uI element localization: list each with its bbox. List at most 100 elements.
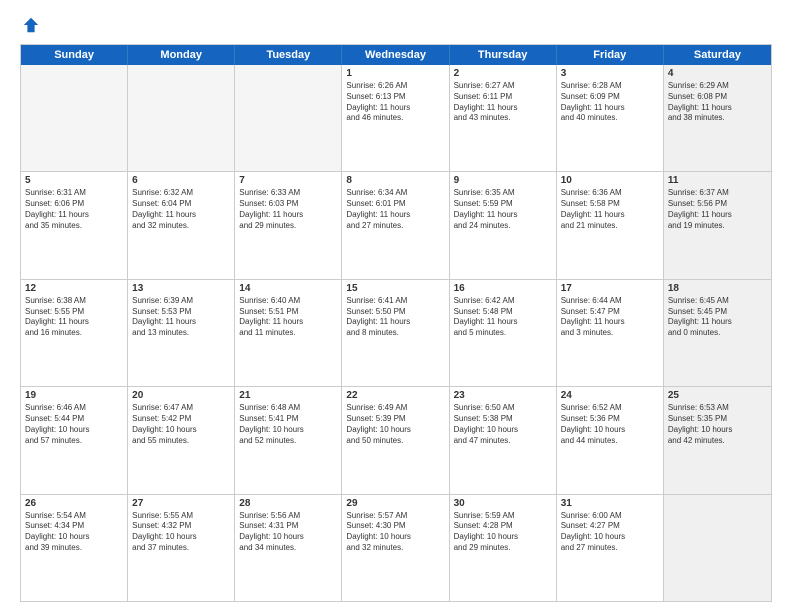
calendar-cell: 13Sunrise: 6:39 AM Sunset: 5:53 PM Dayli…: [128, 280, 235, 386]
cell-content: Sunrise: 5:56 AM Sunset: 4:31 PM Dayligh…: [239, 511, 337, 554]
header-day-thursday: Thursday: [450, 45, 557, 65]
cell-content: Sunrise: 6:50 AM Sunset: 5:38 PM Dayligh…: [454, 403, 552, 446]
day-number: 23: [454, 390, 552, 401]
cell-content: Sunrise: 6:35 AM Sunset: 5:59 PM Dayligh…: [454, 188, 552, 231]
day-number: 25: [668, 390, 767, 401]
calendar-cell: 4 Sunrise: 6:29 AM Sunset: 6:08 PM Daylig…: [664, 65, 771, 171]
cell-content: Sunrise: 6:36 AM Sunset: 5:58 PM Dayligh…: [561, 188, 659, 231]
calendar-cell: 25 Sunrise: 6:53 AM Sunset: 5:35 PM Dayli…: [664, 387, 771, 493]
cell-content: Sunrise: 6:32 AM Sunset: 6:04 PM Dayligh…: [132, 188, 230, 231]
cell-content: Sunrise: 5:59 AM Sunset: 4:28 PM Dayligh…: [454, 511, 552, 554]
cell-content: Sunrise: 6:00 AM Sunset: 4:27 PM Dayligh…: [561, 511, 659, 554]
day-number: 24: [561, 390, 659, 401]
cell-content: Sunrise: 6:46 AM Sunset: 5:44 PM Dayligh…: [25, 403, 123, 446]
day-number: 9: [454, 175, 552, 186]
day-number: 14: [239, 283, 337, 294]
cell-content: Sunrise: 6:41 AM Sunset: 5:50 PM Dayligh…: [346, 296, 444, 339]
day-number: 8: [346, 175, 444, 186]
calendar-cell: 31 Sunrise: 6:00 AM Sunset: 4:27 PM Dayli…: [557, 495, 664, 601]
day-number: 31: [561, 498, 659, 509]
day-number: 28: [239, 498, 337, 509]
calendar-cell: [128, 65, 235, 171]
cell-content: Sunrise: 6:29 AM Sunset: 6:08 PM Dayligh…: [668, 81, 767, 124]
calendar-cell: 26 Sunrise: 5:54 AM Sunset: 4:34 PM Dayli…: [21, 495, 128, 601]
calendar-cell: 3 Sunrise: 6:28 AM Sunset: 6:09 PM Daylig…: [557, 65, 664, 171]
day-number: 15: [346, 283, 444, 294]
calendar-row-3: 19 Sunrise: 6:46 AM Sunset: 5:44 PM Dayli…: [21, 386, 771, 493]
day-number: 21: [239, 390, 337, 401]
calendar-cell: 16Sunrise: 6:42 AM Sunset: 5:48 PM Dayli…: [450, 280, 557, 386]
calendar-cell: 5 Sunrise: 6:31 AM Sunset: 6:06 PM Daylig…: [21, 172, 128, 278]
cell-content: Sunrise: 6:31 AM Sunset: 6:06 PM Dayligh…: [25, 188, 123, 231]
cell-content: Sunrise: 6:53 AM Sunset: 5:35 PM Dayligh…: [668, 403, 767, 446]
calendar-cell: 30 Sunrise: 5:59 AM Sunset: 4:28 PM Dayli…: [450, 495, 557, 601]
calendar-cell: 22Sunrise: 6:49 AM Sunset: 5:39 PM Dayli…: [342, 387, 449, 493]
calendar-cell: [21, 65, 128, 171]
cell-content: Sunrise: 5:57 AM Sunset: 4:30 PM Dayligh…: [346, 511, 444, 554]
day-number: 1: [346, 68, 444, 79]
cell-content: Sunrise: 6:49 AM Sunset: 5:39 PM Dayligh…: [346, 403, 444, 446]
calendar-cell: [235, 65, 342, 171]
calendar-row-4: 26 Sunrise: 5:54 AM Sunset: 4:34 PM Dayli…: [21, 494, 771, 601]
cell-content: Sunrise: 6:26 AM Sunset: 6:13 PM Dayligh…: [346, 81, 444, 124]
header-day-sunday: Sunday: [21, 45, 128, 65]
day-number: 16: [454, 283, 552, 294]
day-number: 19: [25, 390, 123, 401]
cell-content: Sunrise: 6:37 AM Sunset: 5:56 PM Dayligh…: [668, 188, 767, 231]
day-number: 20: [132, 390, 230, 401]
calendar-cell: 11 Sunrise: 6:37 AM Sunset: 5:56 PM Dayli…: [664, 172, 771, 278]
cell-content: Sunrise: 6:47 AM Sunset: 5:42 PM Dayligh…: [132, 403, 230, 446]
cell-content: Sunrise: 6:45 AM Sunset: 5:45 PM Dayligh…: [668, 296, 767, 339]
header: [20, 16, 772, 34]
day-number: 29: [346, 498, 444, 509]
calendar-cell: 23 Sunrise: 6:50 AM Sunset: 5:38 PM Dayli…: [450, 387, 557, 493]
day-number: 18: [668, 283, 767, 294]
calendar-cell: 2 Sunrise: 6:27 AM Sunset: 6:11 PM Daylig…: [450, 65, 557, 171]
cell-content: Sunrise: 6:27 AM Sunset: 6:11 PM Dayligh…: [454, 81, 552, 124]
day-number: 30: [454, 498, 552, 509]
cell-content: Sunrise: 5:54 AM Sunset: 4:34 PM Dayligh…: [25, 511, 123, 554]
cell-content: Sunrise: 6:40 AM Sunset: 5:51 PM Dayligh…: [239, 296, 337, 339]
day-number: 17: [561, 283, 659, 294]
header-day-wednesday: Wednesday: [342, 45, 449, 65]
day-number: 5: [25, 175, 123, 186]
page: SundayMondayTuesdayWednesdayThursdayFrid…: [0, 0, 792, 612]
calendar-cell: 21Sunrise: 6:48 AM Sunset: 5:41 PM Dayli…: [235, 387, 342, 493]
day-number: 27: [132, 498, 230, 509]
day-number: 10: [561, 175, 659, 186]
cell-content: Sunrise: 6:33 AM Sunset: 6:03 PM Dayligh…: [239, 188, 337, 231]
day-number: 6: [132, 175, 230, 186]
calendar-cell: 24 Sunrise: 6:52 AM Sunset: 5:36 PM Dayli…: [557, 387, 664, 493]
header-day-tuesday: Tuesday: [235, 45, 342, 65]
cell-content: Sunrise: 6:28 AM Sunset: 6:09 PM Dayligh…: [561, 81, 659, 124]
day-number: 2: [454, 68, 552, 79]
calendar-row-2: 12Sunrise: 6:38 AM Sunset: 5:55 PM Dayli…: [21, 279, 771, 386]
cell-content: Sunrise: 6:34 AM Sunset: 6:01 PM Dayligh…: [346, 188, 444, 231]
calendar-cell: 18 Sunrise: 6:45 AM Sunset: 5:45 PM Dayli…: [664, 280, 771, 386]
cell-content: Sunrise: 6:44 AM Sunset: 5:47 PM Dayligh…: [561, 296, 659, 339]
calendar-cell: 7Sunrise: 6:33 AM Sunset: 6:03 PM Daylig…: [235, 172, 342, 278]
calendar-cell: 20 Sunrise: 6:47 AM Sunset: 5:42 PM Dayli…: [128, 387, 235, 493]
calendar-cell: 15 Sunrise: 6:41 AM Sunset: 5:50 PM Dayli…: [342, 280, 449, 386]
logo-icon: [22, 16, 40, 34]
calendar-cell: 8 Sunrise: 6:34 AM Sunset: 6:01 PM Daylig…: [342, 172, 449, 278]
day-number: 4: [668, 68, 767, 79]
calendar-cell: 29 Sunrise: 5:57 AM Sunset: 4:30 PM Dayli…: [342, 495, 449, 601]
day-number: 11: [668, 175, 767, 186]
day-number: 26: [25, 498, 123, 509]
day-number: 12: [25, 283, 123, 294]
calendar-cell: 1 Sunrise: 6:26 AM Sunset: 6:13 PM Daylig…: [342, 65, 449, 171]
day-number: 3: [561, 68, 659, 79]
header-day-saturday: Saturday: [664, 45, 771, 65]
calendar-cell: 14 Sunrise: 6:40 AM Sunset: 5:51 PM Dayli…: [235, 280, 342, 386]
calendar-row-0: 1 Sunrise: 6:26 AM Sunset: 6:13 PM Daylig…: [21, 65, 771, 171]
calendar-cell: [664, 495, 771, 601]
header-day-friday: Friday: [557, 45, 664, 65]
cell-content: Sunrise: 6:39 AM Sunset: 5:53 PM Dayligh…: [132, 296, 230, 339]
calendar-header: SundayMondayTuesdayWednesdayThursdayFrid…: [21, 45, 771, 65]
calendar-cell: 28 Sunrise: 5:56 AM Sunset: 4:31 PM Dayli…: [235, 495, 342, 601]
cell-content: Sunrise: 6:52 AM Sunset: 5:36 PM Dayligh…: [561, 403, 659, 446]
calendar-cell: 19 Sunrise: 6:46 AM Sunset: 5:44 PM Dayli…: [21, 387, 128, 493]
calendar: SundayMondayTuesdayWednesdayThursdayFrid…: [20, 44, 772, 602]
logo: [20, 16, 40, 34]
